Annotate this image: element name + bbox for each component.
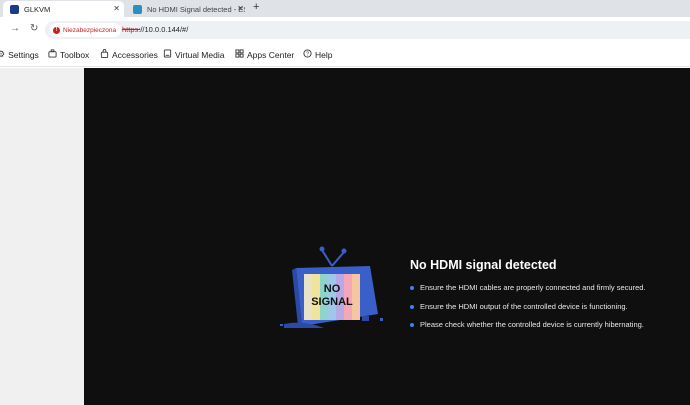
tip-item: Please check whether the controlled devi… [410,320,644,329]
warning-icon: ! [53,26,60,34]
menu-toolbox[interactable]: Toolbox [48,49,89,60]
tv-signal-label: SIGNAL [311,296,353,308]
menu-apps-center[interactable]: Apps Center [235,49,294,60]
menu-label: Toolbox [60,49,90,60]
browser-tab-strip: GLKVM ✕ No HDMI Signal detected - ESX ✕ … [0,0,690,17]
tab-glkvm[interactable]: GLKVM ✕ [3,1,124,17]
svg-text:?: ? [306,52,309,58]
tip-item: Ensure the HDMI output of the controlled… [410,302,628,311]
new-tab-button[interactable]: + [253,1,259,13]
tip-text: Ensure the HDMI output of the controlled… [420,302,628,311]
esx-favicon-icon [133,4,142,14]
security-label: Niezabezpieczona [63,26,117,34]
forward-icon[interactable]: → [10,23,20,34]
menu-settings[interactable]: ⚙ Settings [0,49,39,60]
bullet-icon [410,322,414,327]
url-path: //10.0.0.144/#/ [140,25,189,34]
url-scheme: https: [122,25,141,34]
address-bar[interactable]: ! Niezabezpieczona https://10.0.0.144/#/ [45,21,690,39]
menu-label: Help [315,49,333,60]
gear-icon: ⚙ [0,49,6,59]
help-icon: ? [303,49,312,60]
bag-icon [100,49,109,60]
url-text[interactable]: https://10.0.0.144/#/ [122,25,188,34]
menu-label: Accessories [112,49,158,60]
glkvm-favicon-icon [10,4,19,14]
no-signal-heading: No HDMI signal detected [410,258,557,272]
bullet-icon [410,285,414,290]
menu-accessories[interactable]: Accessories [100,49,158,60]
menu-label: Apps Center [247,49,295,60]
address-row: → ↻ ! Niezabezpieczona https://10.0.0.14… [0,17,690,43]
menu-help[interactable]: ? Help [303,49,332,60]
reload-icon[interactable]: ↻ [30,23,38,34]
tip-text: Ensure the HDMI cables are properly conn… [420,283,646,292]
left-sidebar [0,68,84,405]
app-menu-bar: ⚙ Settings Toolbox Accessories Virtual M… [0,43,690,67]
media-icon [163,49,172,60]
tab-no-hdmi[interactable]: No HDMI Signal detected - ESX ✕ [126,1,248,17]
tab-title: No HDMI Signal detected - ESX [147,4,245,14]
security-chip[interactable]: ! Niezabezpieczona [50,23,122,37]
tv-no-label: NO [323,283,341,295]
menu-label: Virtual Media [175,49,225,60]
close-icon[interactable]: ✕ [113,4,120,13]
bullet-icon [410,304,414,309]
close-icon[interactable]: ✕ [237,4,244,13]
apps-icon [235,49,244,60]
remote-screen[interactable] [84,68,690,405]
tip-item: Ensure the HDMI cables are properly conn… [410,283,646,292]
tab-title: GLKVM [24,4,51,14]
tip-text: Please check whether the controlled devi… [420,320,644,329]
toolbox-icon [48,49,57,60]
menu-virtual-media[interactable]: Virtual Media [163,49,224,60]
menu-label: Settings [8,49,39,60]
